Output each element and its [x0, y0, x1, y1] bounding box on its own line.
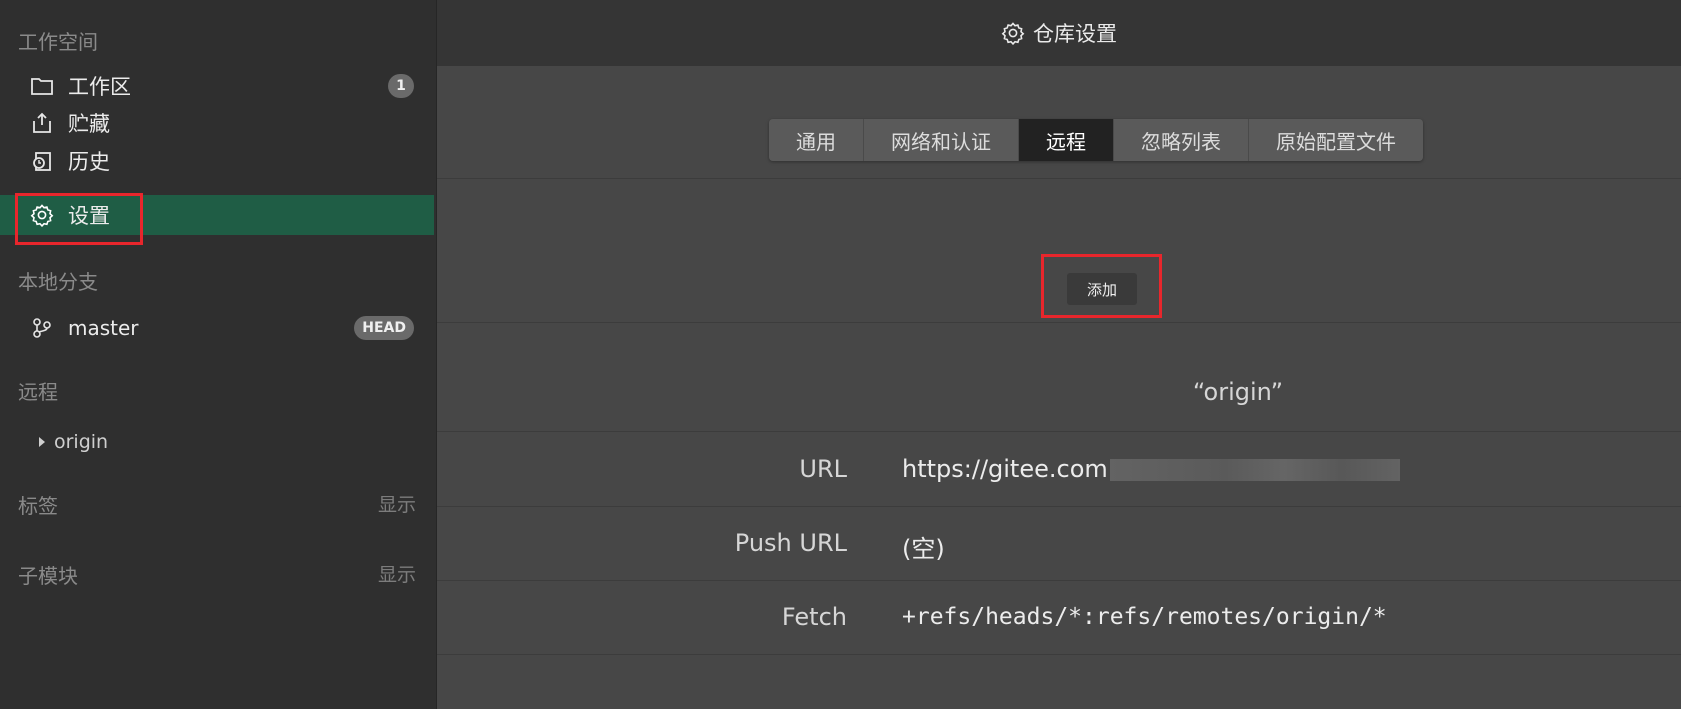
tags-header: 标签 [18, 494, 58, 518]
gear-icon [28, 201, 56, 229]
divider [437, 580, 1681, 581]
history-icon [28, 147, 56, 175]
divider [437, 506, 1681, 507]
head-badge: HEAD [354, 316, 414, 340]
folder-icon [28, 72, 56, 100]
branch-icon [28, 314, 56, 342]
sidebar-item-label: 工作区 [68, 75, 131, 99]
local-branches-header: 本地分支 [18, 270, 98, 294]
push-url-value: (空) [902, 535, 945, 563]
tab-raw-config[interactable]: 原始配置文件 [1249, 119, 1423, 161]
divider [437, 654, 1681, 655]
tab-remotes[interactable]: 远程 [1019, 119, 1114, 161]
sidebar-item-label: 贮藏 [68, 112, 110, 136]
url-value: https://gitee.com [902, 455, 1108, 483]
divider [437, 322, 1681, 323]
remote-title: “origin” [1192, 378, 1283, 406]
workspace-header: 工作空间 [18, 30, 98, 54]
gear-icon [1001, 21, 1025, 45]
fetch-label: Fetch [781, 603, 847, 631]
divider [437, 431, 1681, 432]
tab-general[interactable]: 通用 [769, 119, 864, 161]
remote-name: origin [54, 431, 109, 453]
sidebar-item-history[interactable]: 历史 [0, 141, 434, 181]
page-title: 仓库设置 [1033, 22, 1117, 46]
caret-right-icon [38, 436, 46, 448]
tab-network-auth[interactable]: 网络和认证 [864, 119, 1019, 161]
redacted-blur [1110, 459, 1400, 481]
changes-count-badge: 1 [388, 74, 414, 98]
sidebar-item-label: 设置 [68, 204, 110, 228]
sidebar-item-label: 历史 [68, 150, 110, 174]
remote-item-origin[interactable]: origin [0, 422, 434, 462]
tab-ignore-list[interactable]: 忽略列表 [1114, 119, 1249, 161]
main-panel: 仓库设置 通用 网络和认证 远程 忽略列表 原始配置文件 添加 “origin”… [437, 0, 1681, 709]
remotes-header: 远程 [18, 380, 58, 404]
add-remote-button[interactable]: 添加 [1067, 273, 1137, 305]
url-label: URL [799, 455, 847, 483]
tags-show-link[interactable]: 显示 [378, 490, 416, 517]
sidebar-item-stash[interactable]: 贮藏 [0, 103, 434, 143]
push-url-label: Push URL [734, 529, 847, 557]
divider [437, 178, 1681, 179]
sidebar-item-workspace[interactable]: 工作区 1 [0, 66, 434, 106]
submodules-show-link[interactable]: 显示 [378, 560, 416, 587]
submodules-header: 子模块 [18, 564, 78, 588]
branch-name: master [68, 316, 139, 340]
fetch-value: +refs/heads/*:refs/remotes/origin/* [902, 604, 1387, 630]
title-bar: 仓库设置 [437, 0, 1681, 66]
sidebar: 工作空间 工作区 1 贮藏 历史 设置 本地分支 master HEAD 远程 [0, 0, 437, 709]
sidebar-item-settings[interactable]: 设置 [0, 195, 434, 235]
stash-icon [28, 109, 56, 137]
settings-tabs: 通用 网络和认证 远程 忽略列表 原始配置文件 [769, 119, 1423, 161]
branch-item-master[interactable]: master HEAD [0, 308, 434, 348]
